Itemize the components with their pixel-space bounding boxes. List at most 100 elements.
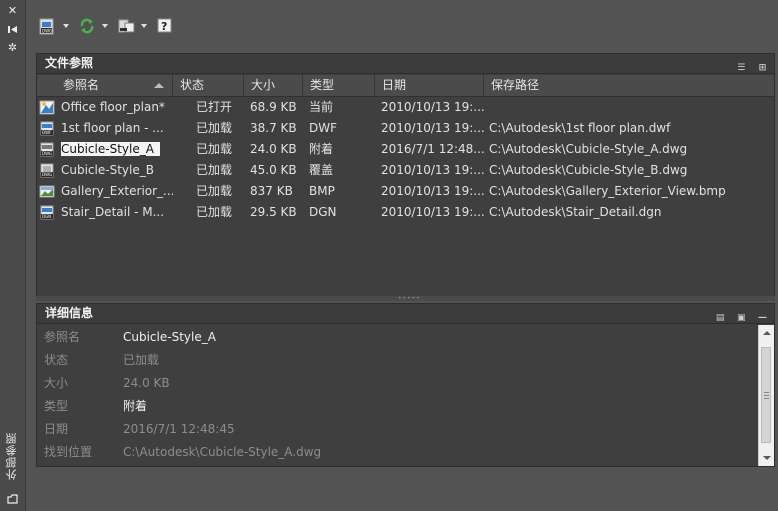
properties-icon[interactable]: ✲ <box>6 41 19 54</box>
scroll-up-icon[interactable] <box>763 331 771 335</box>
svg-text:?: ? <box>161 20 167 33</box>
scroll-down-icon[interactable] <box>763 456 771 460</box>
detail-value[interactable]: Cubicle-Style_A <box>123 326 216 348</box>
column-header-size[interactable]: 大小 <box>244 75 303 96</box>
detail-label: 参照名 <box>44 330 81 344</box>
ref-path: C:\Autodesk\Stair_Detail.dgn <box>489 205 662 219</box>
image-file-icon <box>39 184 55 199</box>
ref-status: 已加载 <box>196 121 233 135</box>
ref-name: Cubicle-Style_B <box>61 163 154 177</box>
column-header-status[interactable]: 状态 <box>173 75 244 96</box>
detail-row: 状态 已加载 <box>37 349 757 371</box>
detail-row: 类型 附着 <box>37 395 757 417</box>
details-view-icon[interactable]: ▤ <box>715 313 726 324</box>
detail-value[interactable]: 附着 <box>123 395 147 417</box>
table-row[interactable]: DGN Stair_Detail - M... 已加载 29.5 KB DGN … <box>37 202 774 223</box>
svg-text:DWG: DWG <box>42 151 52 156</box>
details-title: 详细信息 <box>45 306 94 320</box>
panel-splitter[interactable]: ••••• <box>36 296 775 302</box>
detail-value: 已加载 <box>123 353 160 367</box>
file-reference-list: Office floor_plan* 已打开 68.9 KB 当前 2010/1… <box>37 97 774 223</box>
file-references-header: 文件参照 ☰ ⊞ <box>37 54 774 74</box>
column-header-name[interactable]: 参照名 <box>56 75 173 96</box>
detail-row: 日期 2016/7/1 12:48:45 <box>37 418 757 440</box>
detail-row: 找到位置 C:\Autodesk\Cubicle-Style_A.dwg <box>37 441 757 463</box>
ref-path <box>489 97 772 118</box>
table-row[interactable]: DWG Cubicle-Style_B 已加载 45.0 KB 覆盖 2010/… <box>37 160 774 181</box>
dwg-file-icon: DWG <box>39 142 55 157</box>
ref-size: 29.5 KB <box>250 205 297 219</box>
details-scrollbar[interactable] <box>758 325 774 466</box>
ref-type: 当前 <box>309 100 334 114</box>
change-path-icon[interactable] <box>117 16 137 38</box>
palette-sidebar: ✕ ✲ 外部参照 <box>0 0 26 511</box>
detail-row: 参照名 Cubicle-Style_A <box>37 326 757 348</box>
details-panel: 详细信息 ▤ ▣ — 参照名 Cubicle-Style_A 状态 已加载 大小… <box>36 303 775 467</box>
ref-type: DGN <box>309 205 337 219</box>
ref-date: 2010/10/13 19:... <box>381 163 484 177</box>
table-row[interactable]: DWF 1st floor plan - ... 已加载 38.7 KB DWF… <box>37 118 774 139</box>
ref-status: 已打开 <box>196 100 233 114</box>
details-header: 详细信息 ▤ ▣ — <box>37 304 774 324</box>
detail-label: 大小 <box>44 376 69 390</box>
preview-view-icon[interactable]: ▣ <box>736 313 747 324</box>
column-header-type[interactable]: 类型 <box>303 75 375 96</box>
dwf-file-icon: DWF <box>39 121 55 136</box>
detail-label: 日期 <box>44 422 69 436</box>
ref-size: 45.0 KB <box>250 163 297 177</box>
ref-path: C:\Autodesk\1st floor plan.dwf <box>489 121 671 135</box>
file-references-panel: 文件参照 ☰ ⊞ 参照名 状态 大小 类型 日期 保存路径 Office flo… <box>36 53 775 297</box>
dwg-overlay-icon: DWG <box>39 163 55 178</box>
ref-size: 837 KB <box>250 184 293 198</box>
ref-path: C:\Autodesk\Cubicle-Style_B.dwg <box>489 163 688 177</box>
path-dropdown-arrow[interactable] <box>141 24 147 28</box>
table-row[interactable]: Office floor_plan* 已打开 68.9 KB 当前 2010/1… <box>37 97 774 118</box>
detail-row: 大小 24.0 KB <box>37 372 757 394</box>
svg-text:DGN: DGN <box>42 214 51 219</box>
column-header-path[interactable]: 保存路径 <box>484 75 774 96</box>
svg-text:DWF: DWF <box>42 130 52 135</box>
detail-label: 找到位置 <box>44 445 93 459</box>
ref-name: Stair_Detail - M... <box>61 205 165 219</box>
ref-type: 附着 <box>309 142 334 156</box>
svg-text:DWG: DWG <box>42 29 52 34</box>
column-header-date[interactable]: 日期 <box>375 75 484 96</box>
detail-label: 类型 <box>44 399 69 413</box>
ref-date: 2016/7/1 12:48... <box>381 142 484 156</box>
table-row[interactable]: Gallery_Exterior_... 已加载 837 KB BMP 2010… <box>37 181 774 202</box>
xref-palette: DWG ? 文件参照 ☰ ⊞ 参照名 状态 大小 类型 日期 保存路径 Offi… <box>26 0 778 511</box>
current-drawing-icon <box>39 100 55 115</box>
ref-date: 2010/10/13 19:... <box>381 205 484 219</box>
attach-dropdown-arrow[interactable] <box>63 24 69 28</box>
scroll-thumb[interactable] <box>761 347 771 443</box>
dgn-file-icon: DGN <box>39 205 55 220</box>
ref-size: 68.9 KB <box>250 100 297 114</box>
ref-path: C:\Autodesk\Gallery_Exterior_View.bmp <box>489 184 726 198</box>
detail-value: 24.0 KB <box>123 376 170 390</box>
sort-ascending-icon <box>154 83 164 88</box>
ref-name: Gallery_Exterior_... <box>61 184 173 198</box>
table-row-selected[interactable]: DWG Cubicle-Style_A 已加载 24.0 KB 附着 2016/… <box>37 139 774 160</box>
tree-view-icon[interactable]: ⊞ <box>757 63 768 74</box>
list-view-icon[interactable]: ☰ <box>736 63 747 74</box>
attach-dwg-icon[interactable]: DWG <box>38 16 56 38</box>
palette-title: 外部参照 <box>5 432 18 480</box>
close-icon[interactable]: ✕ <box>6 4 19 17</box>
ref-type: DWF <box>309 121 338 135</box>
file-references-title: 文件参照 <box>45 56 94 70</box>
refresh-dropdown-arrow[interactable] <box>102 24 108 28</box>
refresh-icon[interactable] <box>78 16 96 38</box>
help-icon[interactable]: ? <box>156 16 174 38</box>
ref-type: BMP <box>309 184 335 198</box>
svg-text:DWG: DWG <box>42 172 52 177</box>
ref-date: 2010/10/13 19:... <box>381 184 484 198</box>
ref-date: 2010/10/13 19:... <box>381 100 484 114</box>
palette-icon[interactable] <box>6 492 19 505</box>
auto-hide-icon[interactable] <box>6 23 19 36</box>
table-header: 参照名 状态 大小 类型 日期 保存路径 <box>37 75 774 97</box>
collapse-icon[interactable]: — <box>757 313 768 324</box>
detail-value: C:\Autodesk\Cubicle-Style_A.dwg <box>123 445 322 459</box>
ref-status: 已加载 <box>196 205 233 219</box>
ref-date: 2010/10/13 19:... <box>381 121 484 135</box>
detail-label: 状态 <box>44 353 69 367</box>
